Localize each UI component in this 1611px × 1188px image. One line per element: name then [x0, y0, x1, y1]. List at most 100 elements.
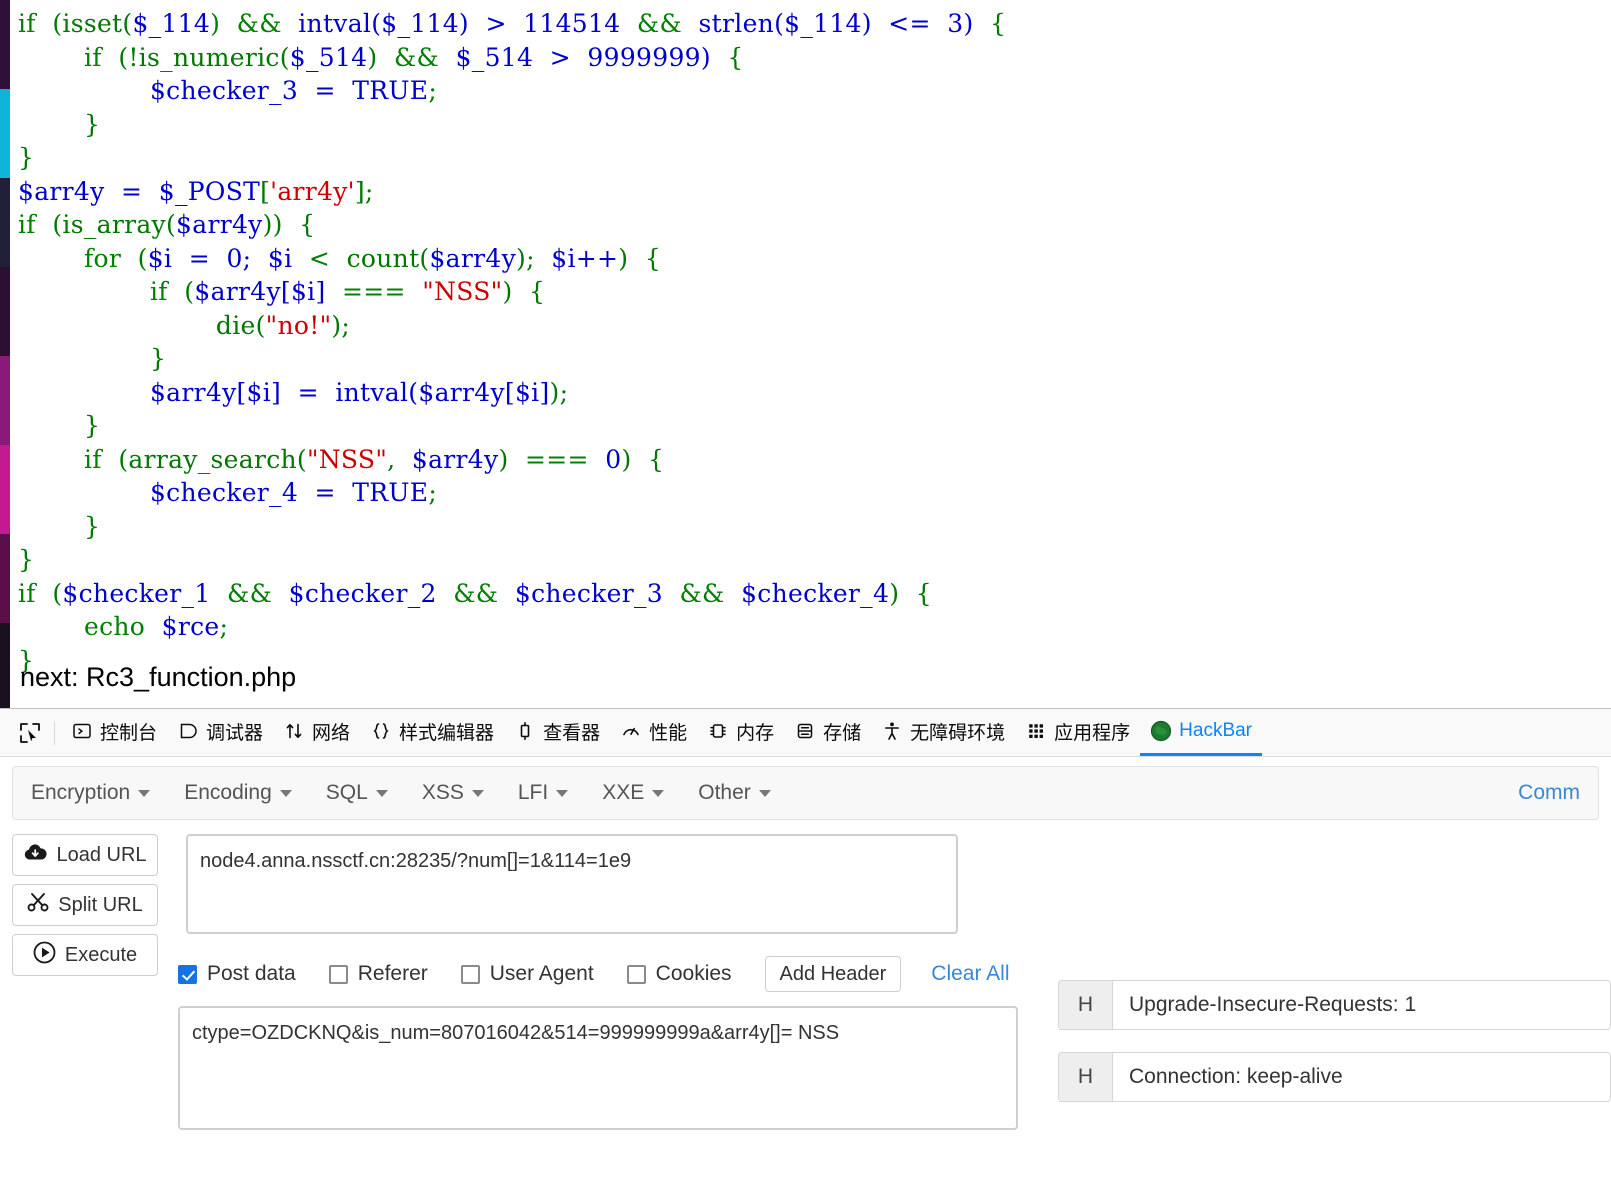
devtools-panel: 控制台 调试器 网络 样式编辑器 查看器 性能 内存 存储 无障碍环境 应用程序 HackBar E… — [0, 708, 1611, 1188]
code-token: $checker_2 — [288, 578, 437, 608]
devtools-tab-accessibility[interactable]: 无障碍环境 — [871, 710, 1015, 756]
code-token: , — [387, 444, 412, 474]
post-data-input[interactable] — [178, 1006, 1018, 1130]
devtools-tab-storage[interactable]: 存储 — [784, 710, 871, 756]
code-token: "NSS" — [306, 444, 388, 474]
code-token: (array_search( — [101, 444, 307, 474]
checkbox-post-data[interactable]: Post data — [178, 962, 296, 986]
hackbar-menu-sql[interactable]: SQL — [326, 781, 388, 805]
code-token: === — [525, 444, 606, 474]
request-headers-list: H Upgrade-Insecure-Requests: 1 H Connection… — [1058, 980, 1611, 1124]
hackbar-menu-encryption[interactable]: Encryption — [31, 781, 151, 805]
url-input[interactable] — [186, 834, 958, 934]
code-token: for — [18, 243, 122, 273]
devtools-tab-console[interactable]: 控制台 — [61, 710, 167, 756]
chevron-down-icon — [375, 789, 388, 797]
chevron-down-icon — [138, 789, 151, 797]
devtools-tab-label: 网络 — [312, 722, 351, 744]
devtools-tab-hackbar[interactable]: HackBar — [1140, 710, 1263, 756]
code-token: $_514 — [455, 42, 534, 72]
devtools-tab-memory[interactable]: 内存 — [697, 710, 784, 756]
checkbox-box-cookies[interactable] — [626, 964, 646, 984]
code-token: ( — [35, 578, 63, 608]
code-token: ) { — [502, 277, 546, 306]
header-value-input[interactable]: Upgrade-Insecure-Requests: 1 — [1113, 981, 1610, 1029]
load-url-button[interactable]: Load URL — [12, 834, 158, 876]
hackbar-menu-xxe[interactable]: XXE — [602, 781, 665, 805]
code-token: strlen( — [698, 9, 785, 38]
code-token: $arr4y[$i] — [418, 377, 550, 407]
checkbox-referer[interactable]: Referer — [328, 962, 428, 986]
chevron-down-icon — [758, 789, 771, 797]
code-token: ( — [121, 243, 148, 273]
code-line: } — [18, 141, 1006, 175]
devtools-tab-application[interactable]: 应用程序 — [1015, 710, 1140, 756]
code-token: < — [292, 243, 347, 273]
code-token: ) { — [621, 444, 665, 474]
devtools-tab-label: 查看器 — [543, 722, 601, 744]
devtools-tab-label: 无障碍环境 — [910, 722, 1006, 744]
header-row[interactable]: H Upgrade-Insecure-Requests: 1 — [1058, 980, 1611, 1030]
hackbar-menu-lfi[interactable]: LFI — [517, 781, 569, 805]
debugger-icon — [177, 720, 199, 742]
code-token: $arr4y — [429, 243, 517, 273]
devtools-tab-performance[interactable]: 性能 — [610, 710, 697, 756]
checkbox-box-user-agent[interactable] — [460, 964, 480, 984]
strip-segment — [0, 356, 10, 445]
devtools-tab-debugger[interactable]: 调试器 — [167, 710, 273, 756]
add-header-button[interactable]: Add Header — [764, 956, 902, 992]
code-token: && — [210, 578, 289, 608]
code-token: { — [973, 9, 1007, 38]
code-token: > 9999999) — [533, 42, 711, 72]
code-token: } — [18, 344, 167, 373]
checkbox-box-post-data[interactable] — [178, 964, 197, 984]
code-line: } — [18, 510, 1006, 544]
checkbox-user-agent[interactable]: User Agent — [460, 962, 594, 986]
hackbar-menu-other[interactable]: Other — [698, 781, 771, 805]
console-icon — [71, 720, 93, 742]
checkbox-cookies[interactable]: Cookies — [626, 962, 732, 986]
code-token: intval( — [335, 377, 419, 407]
header-value-input[interactable]: Connection: keep-alive — [1113, 1053, 1610, 1101]
code-line: $checker_4 = TRUE; — [18, 476, 1006, 510]
application-icon — [1025, 720, 1047, 742]
hackbar-community-link[interactable]: Comm — [1518, 781, 1580, 805]
code-token: if — [18, 277, 168, 306]
code-line: } — [18, 108, 1006, 142]
code-token: && — [436, 578, 515, 608]
code-token: if — [18, 444, 102, 474]
devtools-tab-network[interactable]: 网络 — [273, 710, 360, 756]
hackbar-menu-label: LFI — [517, 781, 549, 804]
header-type-tag: H — [1059, 1053, 1113, 1101]
performance-icon — [620, 720, 642, 742]
code-line: $arr4y = $_POST['arr4y']; — [18, 175, 1006, 209]
code-token: ) { — [618, 243, 662, 273]
devtools-tab-style-editor[interactable]: 样式编辑器 — [360, 710, 504, 756]
execute-button[interactable]: Execute — [12, 934, 158, 976]
code-token: die( — [18, 310, 266, 340]
devtools-tab-inspector[interactable]: 查看器 — [504, 710, 610, 756]
devtools-tab-label: 应用程序 — [1054, 722, 1131, 744]
checkbox-box-referer[interactable] — [328, 964, 348, 984]
code-line: if ($checker_1 && $checker_2 && $checker… — [18, 577, 1006, 611]
hackbar-menu-encoding[interactable]: Encoding — [184, 781, 292, 805]
hackbar-panel: Encryption Encoding SQL XSS LFI XXE Other Comm — [0, 757, 1611, 1188]
split-url-button[interactable]: Split URL — [12, 884, 158, 926]
header-row[interactable]: H Connection: keep-alive — [1058, 1052, 1611, 1102]
storage-icon — [794, 720, 816, 742]
hackbar-body: Load URL Split URL Execute node4.anna.ns… — [0, 834, 1611, 1130]
code-token: ); — [331, 310, 351, 340]
code-token: ; — [219, 612, 229, 641]
hackbar-menu-bar: Encryption Encoding SQL XSS LFI XXE Other Comm — [12, 766, 1599, 820]
chevron-down-icon — [471, 789, 484, 797]
hackbar-menu-label: Encoding — [184, 781, 272, 804]
hackbar-menu-xss[interactable]: XSS — [422, 781, 484, 805]
code-token: ; — [428, 478, 438, 507]
code-token: $arr4y — [176, 210, 263, 239]
cloud-download-icon — [23, 843, 48, 868]
element-picker-icon[interactable] — [12, 716, 48, 750]
code-token: && — [662, 578, 742, 608]
hackbar-action-buttons: Load URL Split URL Execute — [12, 834, 162, 984]
clear-all-button[interactable]: Clear All — [931, 962, 1009, 986]
code-line: } — [18, 342, 1006, 376]
